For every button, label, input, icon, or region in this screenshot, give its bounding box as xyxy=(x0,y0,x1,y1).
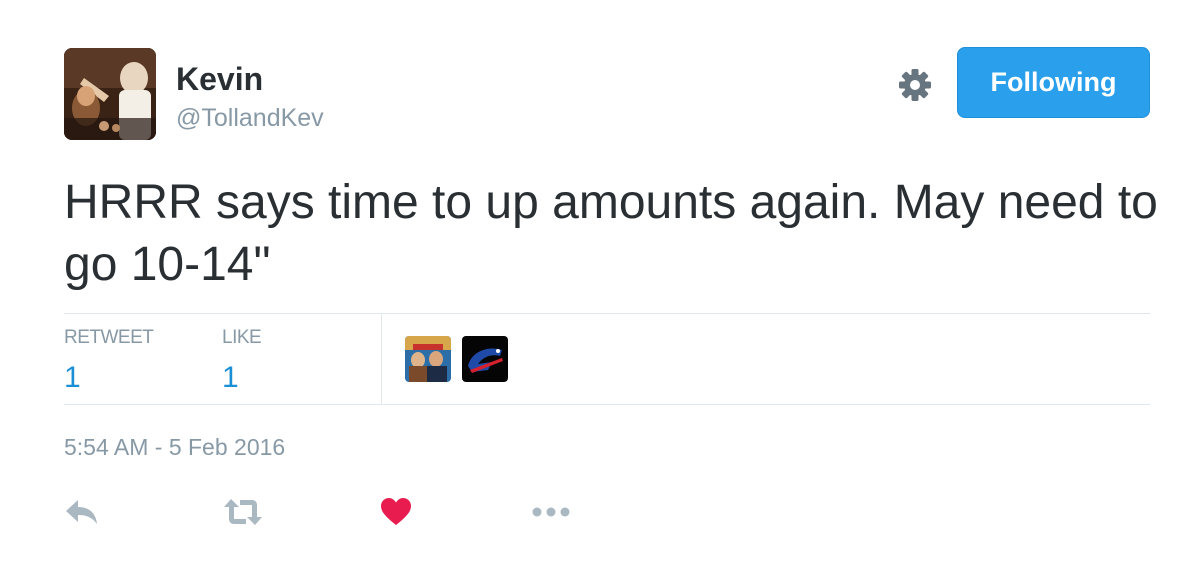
retweet-stat-label: RETWEET xyxy=(64,327,154,348)
like-stat[interactable]: LIKE 1 xyxy=(222,326,262,396)
stats-divider xyxy=(381,314,382,404)
tweet-timestamp[interactable]: 5:54 AM - 5 Feb 2016 xyxy=(64,432,285,462)
avatar-image xyxy=(64,48,156,140)
avatar[interactable] xyxy=(64,48,156,140)
more-icon[interactable] xyxy=(531,492,571,532)
retweet-stat[interactable]: RETWEET 1 xyxy=(64,326,154,396)
like-stat-label: LIKE xyxy=(222,327,262,348)
retweet-icon[interactable] xyxy=(222,492,264,532)
tweet-stats: RETWEET 1 LIKE 1 xyxy=(64,313,1150,405)
liker-avatar-tv-anchors[interactable] xyxy=(405,336,451,382)
user-handle[interactable]: @TollandKev xyxy=(176,102,324,134)
retweet-stat-count: 1 xyxy=(64,361,81,394)
liker-avatar-buffalo-bills-logo[interactable] xyxy=(462,336,508,382)
following-button[interactable]: Following xyxy=(957,47,1150,118)
tweet-text: HRRR says time to up amounts again. May … xyxy=(64,176,1158,291)
display-name[interactable]: Kevin xyxy=(176,60,263,98)
reply-icon[interactable] xyxy=(64,492,100,532)
tweet-card: Kevin @TollandKev Following HRRR says ti… xyxy=(0,0,1200,571)
gear-icon[interactable] xyxy=(896,66,934,104)
heart-icon[interactable] xyxy=(380,492,412,532)
like-stat-count: 1 xyxy=(222,361,239,394)
